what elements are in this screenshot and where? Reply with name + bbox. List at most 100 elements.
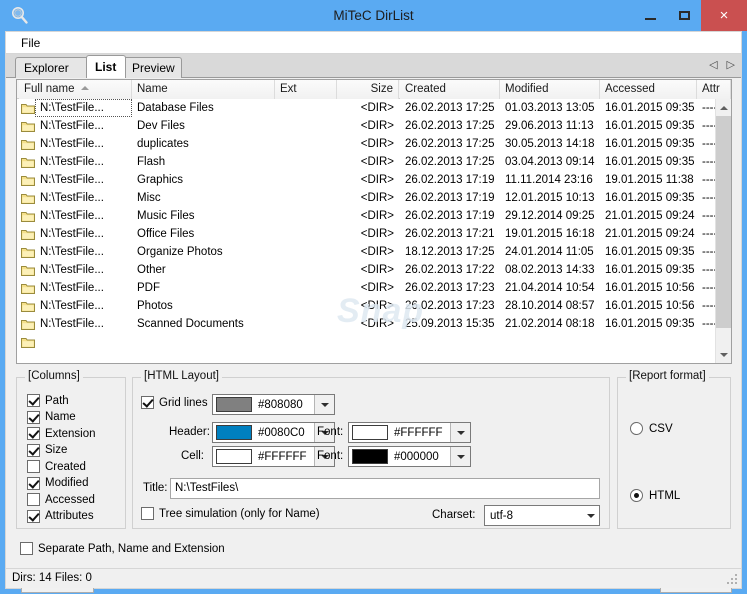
column-toggle-name[interactable]: Name (27, 410, 76, 424)
column-toggle-size[interactable]: Size (27, 443, 67, 457)
color-swatch (216, 397, 252, 412)
menu-item-file[interactable]: File (16, 32, 45, 54)
charset-select[interactable]: utf-8 (484, 505, 600, 526)
column-toggle-attributes[interactable]: Attributes (27, 509, 94, 523)
cell-name: Office Files (137, 228, 195, 240)
table-row[interactable] (17, 333, 715, 351)
table-row[interactable]: N:\TestFile... PDF <DIR> 26.02.2013 17:23 21… (17, 279, 715, 297)
cell-modified: 21.02.2014 08:18 (505, 318, 595, 330)
cell-size: <DIR> (360, 120, 394, 132)
separate-path-checkbox[interactable]: Separate Path, Name and Extension (20, 542, 225, 555)
table-row[interactable]: N:\TestFile... Flash <DIR> 26.02.2013 17:25… (17, 153, 715, 171)
column-header-ext[interactable]: Ext (275, 80, 337, 99)
status-bar: Dirs: 14 Files: 0 (6, 568, 741, 588)
table-row[interactable]: N:\TestFile... Dev Files <DIR> 26.02.2013 1… (17, 117, 715, 135)
chevron-down-icon[interactable] (450, 447, 470, 466)
header-font-color-combo[interactable]: #FFFFFF (348, 422, 471, 443)
tab-scroll-right-icon[interactable]: ▷ (727, 58, 735, 71)
cell-name: Photos (137, 300, 173, 312)
checkbox-icon (27, 476, 40, 490)
cell-attr: ---- (702, 264, 715, 276)
grid-lines-color-combo[interactable]: #808080 (212, 394, 335, 415)
column-toggle-extension[interactable]: Extension (27, 427, 96, 440)
scroll-down-button[interactable] (716, 346, 731, 363)
table-row[interactable]: N:\TestFile... Other <DIR> 26.02.2013 17:22… (17, 261, 715, 279)
column-header-label: Accessed (605, 83, 655, 95)
cell-fullname: N:\TestFile... (40, 210, 104, 222)
column-toggle-path[interactable]: Path (27, 394, 69, 407)
cell-accessed: 19.01.2015 11:38 (605, 174, 694, 186)
radio-csv[interactable]: CSV (630, 422, 673, 435)
checkbox-icon (27, 427, 40, 440)
table-row[interactable]: N:\TestFile... Office Files <DIR> 26.02.201… (17, 225, 715, 243)
list-vertical-scrollbar[interactable] (715, 99, 731, 363)
title-field-label: Title: (143, 482, 168, 494)
title-input[interactable]: N:\TestFiles\ (170, 478, 600, 499)
cell-name: Dev Files (137, 120, 185, 132)
checkbox-icon (141, 507, 154, 520)
cell-ext (275, 171, 337, 189)
menu-bar: File (6, 32, 741, 54)
cell-color-value: #FFFFFF (258, 450, 307, 463)
tab-scroll-left-icon[interactable]: ◁ (709, 58, 717, 71)
column-toggle-accessed[interactable]: Accessed (27, 493, 95, 506)
cell-created: 26.02.2013 17:21 (405, 228, 495, 240)
resize-grip-icon[interactable] (726, 573, 738, 585)
close-button[interactable]: × (701, 0, 747, 31)
radio-html[interactable]: HTML (630, 489, 680, 502)
cell-font-color-combo[interactable]: #000000 (348, 446, 471, 467)
tree-simulation-checkbox[interactable]: Tree simulation (only for Name) (141, 507, 320, 520)
tab-list[interactable]: List (86, 55, 126, 78)
chevron-down-icon[interactable] (450, 423, 470, 442)
column-toggle-modified[interactable]: Modified (27, 476, 88, 490)
cell-name: Organize Photos (137, 246, 223, 258)
cell-modified: 01.03.2013 13:05 (505, 102, 595, 114)
table-row[interactable]: N:\TestFile... Misc <DIR> 26.02.2013 17:19 1… (17, 189, 715, 207)
scroll-up-button[interactable] (716, 99, 731, 116)
column-header-accessed[interactable]: Accessed (600, 80, 697, 99)
minimize-button[interactable] (633, 0, 667, 31)
file-list[interactable]: Full name Name Ext Size Created Modified Acces… (16, 79, 732, 364)
column-header-attr[interactable]: Attr (697, 80, 731, 99)
cell-created: 18.12.2013 17:25 (405, 246, 495, 258)
cell-accessed: 16.01.2015 09:35 (605, 246, 695, 258)
column-header-size[interactable]: Size (337, 80, 399, 99)
checkbox-icon (27, 410, 40, 424)
table-row[interactable]: N:\TestFile... Graphics <DIR> 26.02.2013 17… (17, 171, 715, 189)
column-header-fullname[interactable]: Full name (19, 80, 132, 99)
tab-explorer[interactable]: Explorer (15, 57, 91, 78)
maximize-button[interactable] (667, 0, 701, 31)
cell-label: Cell: (181, 450, 205, 462)
table-row[interactable]: N:\TestFile... Photos <DIR> 26.02.2013 17:2… (17, 297, 715, 315)
column-header-created[interactable]: Created (400, 80, 500, 99)
cell-modified: 24.01.2014 11:05 (505, 246, 594, 258)
scrollbar-thumb[interactable] (716, 116, 731, 328)
folder-icon (21, 336, 35, 348)
grid-lines-checkbox[interactable]: Grid lines (141, 396, 208, 409)
column-header-modified[interactable]: Modified (500, 80, 600, 99)
folder-icon (21, 102, 35, 114)
column-toggle-created[interactable]: Created (27, 460, 86, 473)
color-swatch (216, 425, 252, 440)
checkbox-icon (27, 460, 40, 473)
header-label: Header: (169, 426, 210, 438)
cell-name: PDF (137, 282, 160, 294)
cell-attr: ---- (702, 102, 715, 114)
table-row[interactable]: N:\TestFile... duplicates <DIR> 26.02.2013 … (17, 135, 715, 153)
chevron-down-icon[interactable] (582, 506, 599, 525)
chevron-down-icon[interactable] (314, 395, 334, 414)
header-font-color-value: #FFFFFF (394, 426, 443, 439)
table-row[interactable]: N:\TestFile... Scanned Documents <DIR> 25.0… (17, 315, 715, 333)
table-row[interactable]: N:\TestFile... Database Files <DIR> 26.02.2… (17, 99, 715, 117)
column-header-label: Full name (24, 83, 75, 95)
columns-group-title: [Columns] (25, 370, 83, 382)
cell-ext (275, 189, 337, 207)
column-header-name[interactable]: Name (132, 80, 275, 99)
cell-accessed: 16.01.2015 09:35 (605, 192, 695, 204)
tab-preview[interactable]: Preview (123, 57, 182, 78)
cell-size: <DIR> (360, 174, 394, 186)
table-row[interactable]: N:\TestFile... Organize Photos <DIR> 18.12.… (17, 243, 715, 261)
table-row[interactable]: N:\TestFile... Music Files <DIR> 26.02.2013… (17, 207, 715, 225)
list-rows[interactable]: N:\TestFile... Database Files <DIR> 26.02.2… (17, 99, 715, 363)
tree-simulation-label: Tree simulation (only for Name) (159, 507, 320, 520)
